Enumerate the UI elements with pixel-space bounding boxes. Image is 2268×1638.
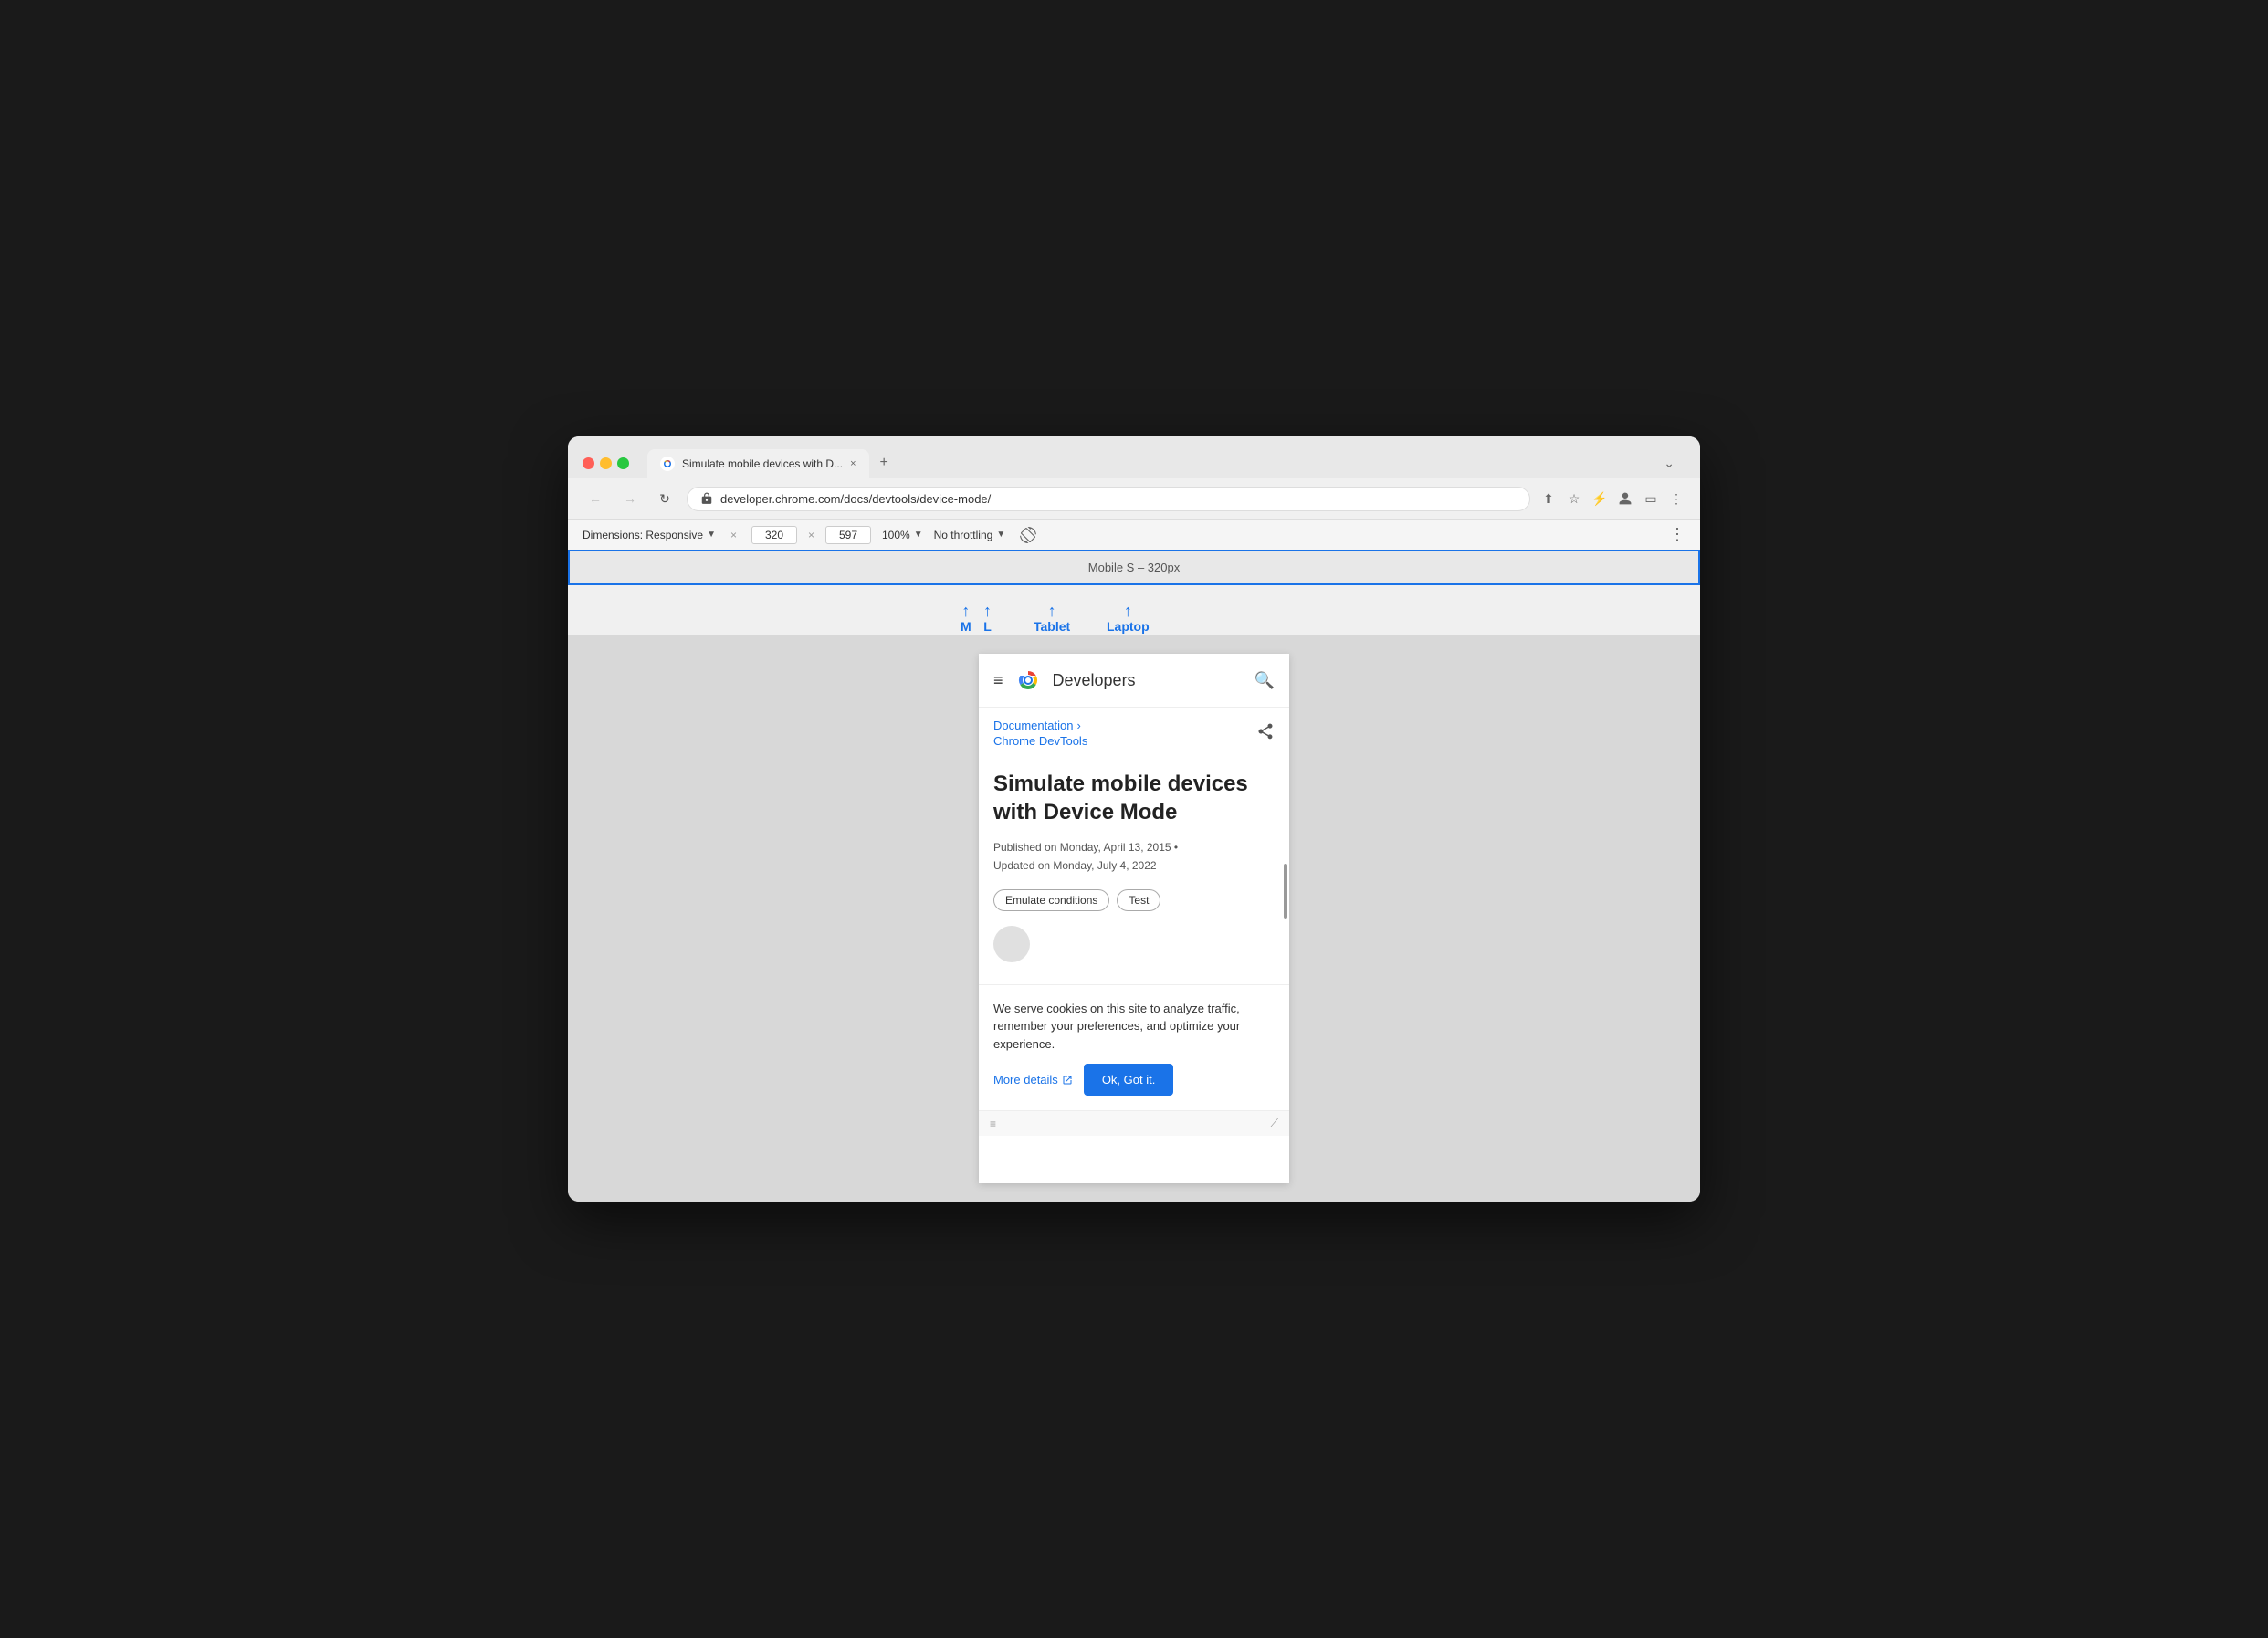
dimensions-dropdown[interactable]: Dimensions: Responsive ▼	[583, 529, 716, 541]
breakpoint-tablet: ↑ Tablet	[1034, 603, 1070, 634]
refresh-button[interactable]: ↻	[652, 486, 677, 511]
cookie-banner: We serve cookies on this site to analyze…	[979, 984, 1289, 1111]
article-tags: Emulate conditions Test	[993, 889, 1275, 911]
article-content: Simulate mobile devices with Device Mode…	[979, 755, 1289, 984]
bottom-handle: ≡ ⟋	[979, 1110, 1289, 1136]
minimize-button[interactable]	[600, 457, 612, 469]
drag-handle-icon: ≡	[990, 1118, 996, 1130]
responsive-bar: Mobile S – 320px	[568, 551, 1700, 585]
article-title: Simulate mobile devices with Device Mode	[993, 770, 1275, 826]
lock-icon	[700, 492, 713, 505]
chrome-logo	[1014, 667, 1042, 694]
scroll-bar[interactable]	[1284, 864, 1287, 919]
address-bar[interactable]: developer.chrome.com/docs/devtools/devic…	[687, 487, 1530, 511]
rotate-icon[interactable]	[1020, 527, 1036, 543]
address-text: developer.chrome.com/docs/devtools/devic…	[720, 492, 1517, 506]
label-l: L	[983, 619, 992, 634]
tag-emulate[interactable]: Emulate conditions	[993, 889, 1109, 911]
ok-got-it-button[interactable]: Ok, Got it.	[1084, 1064, 1174, 1096]
height-input[interactable]	[825, 526, 871, 544]
cross-separator: ×	[808, 529, 814, 541]
author-avatar	[993, 926, 1030, 962]
extension-icon[interactable]: ⚡	[1591, 489, 1609, 508]
share-icon[interactable]	[1256, 722, 1275, 745]
menu-icon[interactable]: ⋮	[1667, 489, 1685, 508]
throttle-dropdown[interactable]: No throttling ▼	[934, 529, 1006, 541]
breakpoints-area: ↑ M ↑ L ↑ Tablet ↑ Laptop	[568, 585, 1700, 635]
page-header: ≡	[979, 654, 1289, 708]
tabs-bar: Simulate mobile devices with D... × + ⌄	[647, 447, 1685, 478]
mobile-preview: ≡	[979, 654, 1289, 1183]
separator-1: ×	[730, 529, 737, 541]
back-button[interactable]: ←	[583, 486, 608, 511]
breadcrumb-devtools[interactable]: Chrome DevTools	[993, 734, 1087, 748]
tab-favicon	[660, 457, 675, 471]
external-link-icon	[1062, 1075, 1073, 1086]
tab-close-button[interactable]: ×	[850, 458, 856, 469]
active-tab[interactable]: Simulate mobile devices with D... ×	[647, 449, 869, 478]
arrow-l: ↑	[983, 603, 992, 619]
published-date: Published on Monday, April 13, 2015 •	[993, 839, 1275, 856]
throttle-label: No throttling	[934, 529, 993, 541]
nav-bar: ← → ↻ developer.chrome.com/docs/devtools…	[568, 478, 1700, 519]
tab-title: Simulate mobile devices with D...	[682, 457, 843, 470]
arrow-laptop: ↑	[1124, 603, 1132, 619]
share-nav-icon[interactable]: ⬆	[1539, 489, 1558, 508]
breadcrumb-links: Documentation › Chrome DevTools	[993, 719, 1087, 748]
new-tab-button[interactable]: +	[869, 447, 899, 478]
profile-icon-nav[interactable]	[1616, 489, 1634, 508]
cookie-text: We serve cookies on this site to analyze…	[993, 1000, 1275, 1054]
devtools-toolbar: Dimensions: Responsive ▼ × × 100% ▼ No t…	[568, 519, 1700, 551]
main-area: ≡	[568, 635, 1700, 1202]
article-dates: Published on Monday, April 13, 2015 • Up…	[993, 839, 1275, 874]
search-icon[interactable]: 🔍	[1255, 671, 1275, 690]
resize-handle-icon[interactable]: ⟋	[1271, 1117, 1278, 1130]
label-tablet: Tablet	[1034, 619, 1070, 634]
breadcrumb-area: Documentation › Chrome DevTools	[979, 708, 1289, 755]
maximize-button[interactable]	[617, 457, 629, 469]
tab-menu-button[interactable]: ⌄	[1653, 448, 1685, 478]
cookie-actions: More details Ok, Got it.	[993, 1064, 1275, 1096]
zoom-label: 100%	[882, 529, 910, 541]
breakpoint-laptop: ↑ Laptop	[1107, 603, 1150, 634]
site-name: Developers	[1053, 671, 1136, 690]
hamburger-icon[interactable]: ≡	[993, 671, 1003, 690]
nav-icons-right: ⬆ ☆ ⚡ ▭ ⋮	[1539, 489, 1685, 508]
label-m: M	[961, 619, 971, 634]
header-left: ≡	[993, 667, 1136, 694]
breakpoint-l: ↑ L	[983, 603, 992, 634]
dimensions-label: Dimensions: Responsive	[583, 529, 703, 541]
more-details-link[interactable]: More details	[993, 1073, 1073, 1087]
close-button[interactable]	[583, 457, 594, 469]
arrow-tablet: ↑	[1048, 603, 1056, 619]
zoom-dropdown[interactable]: 100% ▼	[882, 529, 923, 541]
updated-date: Updated on Monday, July 4, 2022	[993, 857, 1275, 875]
tag-test[interactable]: Test	[1117, 889, 1160, 911]
arrow-m: ↑	[961, 603, 970, 619]
browser-window: Simulate mobile devices with D... × + ⌄ …	[568, 436, 1700, 1202]
label-laptop: Laptop	[1107, 619, 1150, 634]
forward-button[interactable]: →	[617, 486, 643, 511]
devtools-more-button[interactable]: ⋮	[1669, 525, 1685, 544]
breakpoint-m: ↑ M	[961, 603, 971, 634]
bookmark-icon[interactable]: ☆	[1565, 489, 1583, 508]
responsive-label: Mobile S – 320px	[1088, 561, 1180, 574]
title-bar: Simulate mobile devices with D... × + ⌄	[568, 436, 1700, 478]
traffic-lights	[583, 457, 629, 469]
device-mode-icon[interactable]: ▭	[1642, 489, 1660, 508]
width-input[interactable]	[751, 526, 797, 544]
breadcrumb-documentation[interactable]: Documentation ›	[993, 719, 1087, 732]
